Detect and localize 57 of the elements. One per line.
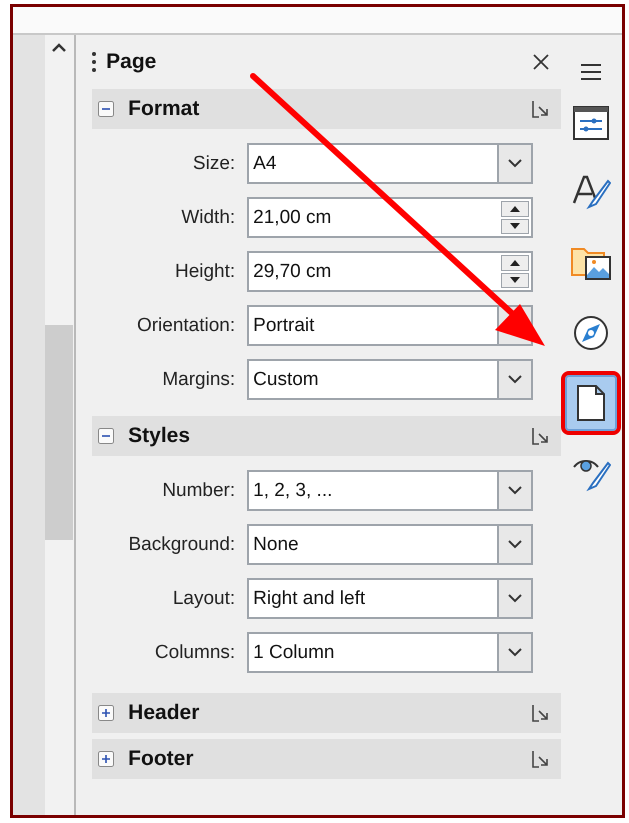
increment-button[interactable]: [501, 201, 530, 216]
field-label: Background:: [127, 534, 236, 556]
dropdown-field[interactable]: 1 Column: [247, 632, 534, 673]
scroll-up-icon[interactable]: [51, 43, 68, 53]
field-label: Margins:: [161, 368, 236, 390]
dropdown-caret-icon: [508, 540, 522, 549]
up-triangle-icon: [510, 260, 520, 266]
section-header[interactable]: Header: [92, 693, 561, 733]
scrollbar-thumb[interactable]: [45, 325, 74, 540]
dropdown-field[interactable]: A4: [247, 143, 534, 184]
section-header[interactable]: Format: [92, 89, 561, 129]
field-label: Number:: [161, 480, 236, 502]
section-title: Footer: [128, 747, 194, 771]
field-label: Height:: [174, 260, 236, 282]
increment-button[interactable]: [501, 255, 530, 270]
close-icon[interactable]: [532, 54, 549, 70]
field-label: Layout:: [172, 588, 236, 610]
up-triangle-icon: [510, 206, 520, 212]
dropdown-caret-icon: [508, 648, 522, 657]
down-triangle-icon: [510, 223, 520, 230]
collapse-icon[interactable]: [98, 101, 114, 117]
section-header[interactable]: Styles: [92, 416, 561, 456]
dropdown-field[interactable]: Portrait: [247, 305, 534, 346]
drag-handle-icon[interactable]: [92, 51, 96, 73]
field-label: Orientation:: [136, 314, 236, 336]
page-icon: [576, 384, 606, 422]
dropdown-caret-icon: [508, 594, 522, 603]
dropdown-field[interactable]: Right and left: [247, 578, 534, 619]
expand-icon[interactable]: [98, 751, 114, 767]
properties-icon: [572, 104, 610, 142]
dropdown-caret-icon: [508, 159, 522, 168]
more-options-icon[interactable]: [530, 703, 551, 723]
spin-field[interactable]: 21,00 cm: [247, 197, 534, 238]
collapse-icon[interactable]: [98, 428, 114, 444]
section-header[interactable]: Footer: [92, 739, 561, 779]
navigator-icon: [572, 314, 610, 352]
decrement-button[interactable]: [501, 218, 530, 234]
dropdown-caret-icon: [508, 375, 522, 384]
expand-icon[interactable]: [98, 705, 114, 721]
panel-title: Page: [106, 50, 158, 74]
section-title: Styles: [128, 424, 192, 448]
menu-icon[interactable]: [580, 63, 602, 81]
spin-field[interactable]: 29,70 cm: [247, 251, 534, 292]
dropdown-field[interactable]: Custom: [247, 359, 534, 400]
down-triangle-icon: [510, 277, 520, 284]
section-title: Header: [128, 701, 200, 725]
dropdown-field[interactable]: None: [247, 524, 534, 565]
dropdown-field[interactable]: 1, 2, 3, ...: [247, 470, 534, 511]
more-options-icon[interactable]: [530, 99, 551, 119]
more-options-icon[interactable]: [530, 426, 551, 446]
field-label: Size:: [192, 152, 236, 174]
dropdown-caret-icon: [508, 486, 522, 495]
field-label: Columns:: [154, 642, 236, 664]
section-title: Format: [128, 97, 200, 121]
more-options-icon[interactable]: [530, 749, 551, 769]
field-label: Width:: [180, 206, 236, 228]
decrement-button[interactable]: [501, 272, 530, 288]
